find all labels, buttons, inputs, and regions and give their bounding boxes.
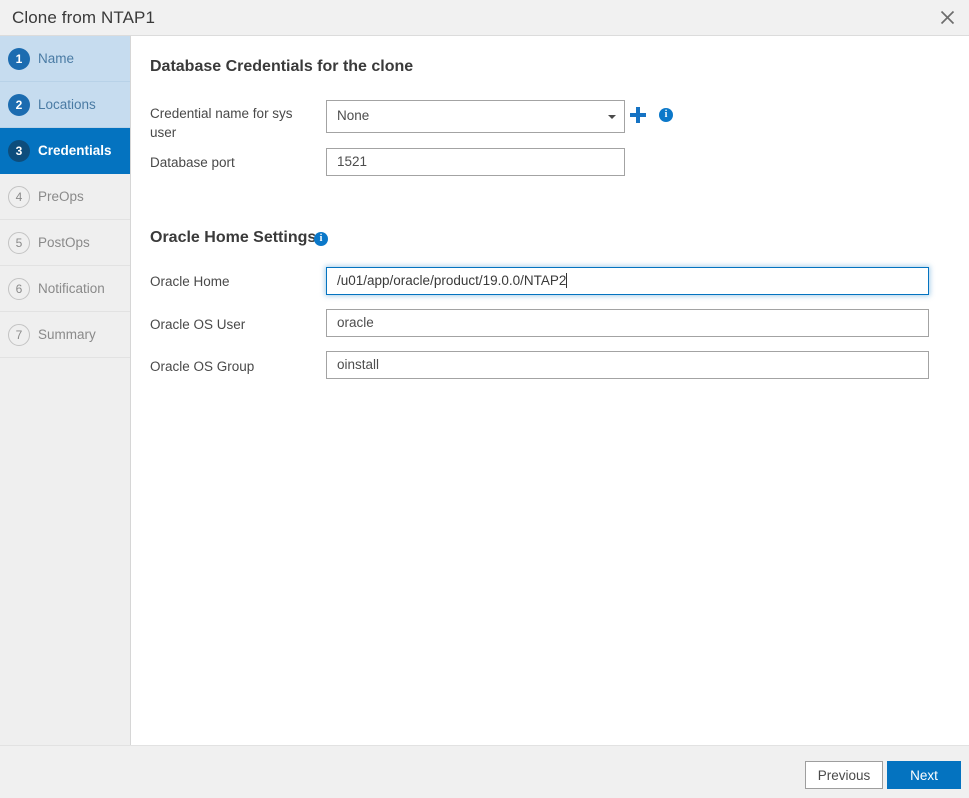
- wizard-content-panel: Database Credentials for the clone Crede…: [132, 36, 969, 745]
- sidebar-item-summary[interactable]: 7 Summary: [0, 312, 130, 358]
- sys-credential-label: Credential name for sys user: [150, 106, 293, 140]
- step-number-badge: 3: [8, 139, 30, 162]
- oracle-home-input[interactable]: /u01/app/oracle/product/19.0.0/NTAP2: [326, 267, 929, 295]
- sidebar-item-label: Credentials: [38, 143, 112, 158]
- step-number-badge: 2: [8, 93, 30, 116]
- wizard-step-sidebar: 1 Name 2 Locations 3 Credentials 4 PreOp…: [0, 36, 131, 745]
- step-number-badge: 1: [8, 47, 30, 70]
- dialog-footer: Previous Next: [0, 745, 969, 798]
- sys-credential-dropdown[interactable]: None: [326, 100, 625, 133]
- sidebar-item-name[interactable]: 1 Name: [0, 36, 130, 82]
- sidebar-item-label: Notification: [38, 281, 105, 296]
- oracle-os-user-label: Oracle OS User: [150, 317, 246, 332]
- oracle-home-label: Oracle Home: [150, 274, 230, 289]
- oracle-home-settings-heading: Oracle Home Settings: [150, 229, 317, 246]
- close-icon-glyph: [940, 10, 954, 25]
- oracle-os-group-label: Oracle OS Group: [150, 359, 255, 374]
- dialog-titlebar: Clone from NTAP1: [0, 0, 969, 36]
- sys-credential-selected-value: None: [337, 108, 370, 123]
- oracle-home-value: /u01/app/oracle/product/19.0.0/NTAP2: [337, 273, 567, 288]
- sidebar-item-label: Name: [38, 51, 75, 66]
- dialog-title: Clone from NTAP1: [12, 8, 155, 27]
- sidebar-item-credentials[interactable]: 3 Credentials: [0, 128, 130, 174]
- sidebar-item-postops[interactable]: 5 PostOps: [0, 220, 130, 266]
- db-credentials-heading: Database Credentials for the clone: [150, 58, 414, 75]
- sidebar-item-label: Summary: [38, 327, 96, 342]
- chevron-down-icon: [608, 115, 616, 119]
- sidebar-item-locations[interactable]: 2 Locations: [0, 82, 130, 128]
- step-number-badge: 6: [8, 277, 30, 300]
- database-port-input[interactable]: 1521: [326, 148, 625, 176]
- sidebar-item-label: PostOps: [38, 235, 90, 250]
- step-number-badge: 5: [8, 231, 30, 254]
- info-icon[interactable]: i: [659, 108, 673, 122]
- sidebar-item-preops[interactable]: 4 PreOps: [0, 174, 130, 220]
- oracle-os-user-input[interactable]: oracle: [326, 309, 929, 337]
- sidebar-item-notification[interactable]: 6 Notification: [0, 266, 130, 312]
- plus-icon[interactable]: [630, 107, 646, 123]
- step-number-badge: 4: [8, 185, 30, 208]
- oracle-os-group-input[interactable]: oinstall: [326, 351, 929, 379]
- step-number-badge: 7: [8, 323, 30, 346]
- info-icon[interactable]: i: [314, 232, 328, 246]
- sidebar-item-label: Locations: [38, 97, 96, 112]
- database-port-label: Database port: [150, 155, 235, 170]
- close-icon[interactable]: [925, 0, 969, 35]
- text-caret: [566, 273, 568, 288]
- next-button[interactable]: Next: [887, 761, 961, 789]
- sidebar-item-label: PreOps: [38, 189, 84, 204]
- previous-button[interactable]: Previous: [805, 761, 883, 789]
